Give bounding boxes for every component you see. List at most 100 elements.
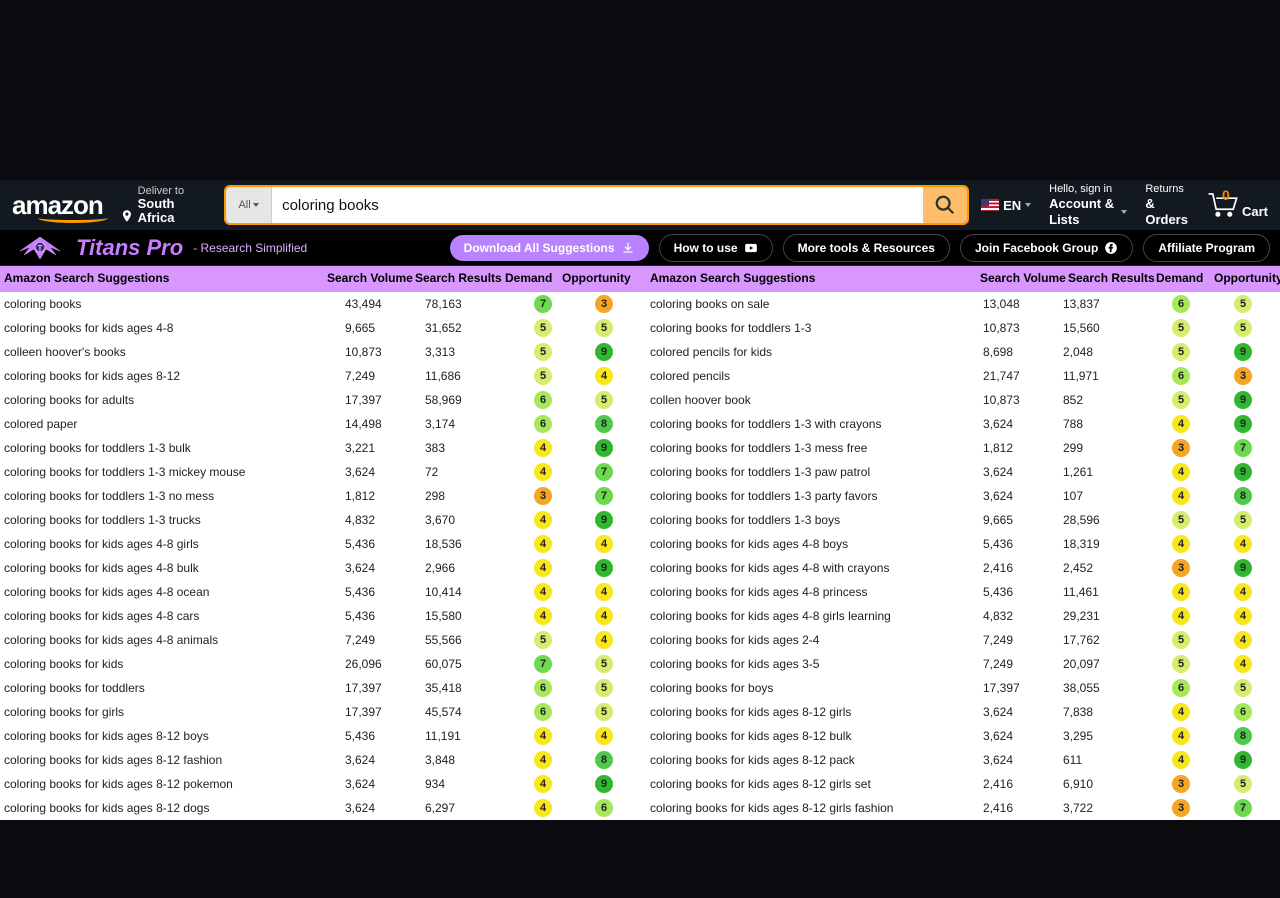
- cell-suggestion: coloring books for kids ages 8-12 girls …: [640, 777, 983, 791]
- account-menu[interactable]: Hello, sign in Account & Lists: [1049, 183, 1127, 227]
- header-demand: Demand: [505, 266, 562, 292]
- opportunity-badge: 9: [595, 511, 613, 529]
- language-selector[interactable]: EN: [981, 198, 1031, 213]
- table-row[interactable]: coloring books for kids ages 4-8 girls l…: [640, 604, 1280, 628]
- cell-results: 38,055: [1063, 681, 1156, 695]
- table-row[interactable]: coloring books for kids ages 2-47,24917,…: [640, 628, 1280, 652]
- table-row[interactable]: coloring books for toddlers 1-3 boys9,66…: [640, 508, 1280, 532]
- table-row[interactable]: coloring books for kids ages 8-12 boys5,…: [0, 724, 640, 748]
- table-row[interactable]: coloring books for girls17,39745,57465: [0, 700, 640, 724]
- deliver-to[interactable]: Deliver to South Africa: [120, 185, 204, 226]
- table-row[interactable]: coloring books for kids ages 8-12 pokemo…: [0, 772, 640, 796]
- table-row[interactable]: collen hoover book10,87385259: [640, 388, 1280, 412]
- cell-suggestion: coloring books for kids ages 8-12 pack: [640, 753, 983, 767]
- cell-suggestion: coloring books for toddlers 1-3 bulk: [0, 441, 345, 455]
- cell-results: 35,418: [425, 681, 518, 695]
- cell-suggestion: coloring books on sale: [640, 297, 983, 311]
- table-row[interactable]: coloring books for toddlers 1-3 no mess1…: [0, 484, 640, 508]
- table-row[interactable]: coloring books for kids ages 8-127,24911…: [0, 364, 640, 388]
- table-row[interactable]: coloring books for boys17,39738,05565: [640, 676, 1280, 700]
- cell-volume: 4,832: [983, 609, 1063, 623]
- opportunity-badge: 9: [1234, 343, 1252, 361]
- how-to-label: How to use: [674, 241, 738, 255]
- table-row[interactable]: coloring books for kids ages 4-8 animals…: [0, 628, 640, 652]
- opportunity-badge: 9: [595, 439, 613, 457]
- table-row[interactable]: coloring books for toddlers 1-3 mickey m…: [0, 460, 640, 484]
- demand-badge: 4: [534, 775, 552, 793]
- affiliate-program-button[interactable]: Affiliate Program: [1143, 234, 1270, 262]
- more-tools-button[interactable]: More tools & Resources: [783, 234, 950, 262]
- table-row[interactable]: coloring books for toddlers 1-3 bulk3,22…: [0, 436, 640, 460]
- cell-results: 18,319: [1063, 537, 1156, 551]
- download-label: Download All Suggestions: [464, 241, 615, 255]
- cell-opportunity: 8: [568, 415, 640, 433]
- opportunity-badge: 6: [595, 799, 613, 817]
- table-row[interactable]: coloring books for kids ages 4-8 girls5,…: [0, 532, 640, 556]
- table-row[interactable]: coloring books for kids26,09660,07575: [0, 652, 640, 676]
- cell-results: 299: [1063, 441, 1156, 455]
- opportunity-badge: 9: [1234, 391, 1252, 409]
- search-input[interactable]: [272, 187, 923, 223]
- cart-button[interactable]: 0 Cart: [1206, 191, 1268, 219]
- table-row[interactable]: coloring books on sale13,04813,83765: [640, 292, 1280, 316]
- demand-badge: 6: [534, 391, 552, 409]
- join-facebook-button[interactable]: Join Facebook Group: [960, 234, 1133, 262]
- table-row[interactable]: coloring books for kids ages 8-12 girls3…: [640, 700, 1280, 724]
- how-to-use-button[interactable]: How to use: [659, 234, 773, 262]
- table-row[interactable]: coloring books for adults17,39758,96965: [0, 388, 640, 412]
- titans-logo[interactable]: T Titans Pro - Research Simplified: [10, 233, 307, 263]
- cell-volume: 3,624: [345, 801, 425, 815]
- table-row[interactable]: colored paper14,4983,17468: [0, 412, 640, 436]
- cell-opportunity: 5: [1206, 511, 1280, 529]
- cell-opportunity: 4: [568, 631, 640, 649]
- table-row[interactable]: coloring books for kids ages 8-12 girls …: [640, 772, 1280, 796]
- cell-volume: 17,397: [983, 681, 1063, 695]
- table-row[interactable]: coloring books for toddlers 1-3 with cra…: [640, 412, 1280, 436]
- returns-orders[interactable]: Returns & Orders: [1145, 183, 1188, 227]
- data-table: coloring books43,49478,16373coloring boo…: [0, 292, 1280, 820]
- opportunity-badge: 3: [1234, 367, 1252, 385]
- cell-suggestion: colleen hoover's books: [0, 345, 345, 359]
- search-button[interactable]: [923, 187, 967, 223]
- table-row[interactable]: coloring books for toddlers 1-310,87315,…: [640, 316, 1280, 340]
- cell-suggestion: colored pencils: [640, 369, 983, 383]
- table-row[interactable]: coloring books for kids ages 4-8 boys5,4…: [640, 532, 1280, 556]
- opportunity-badge: 5: [595, 391, 613, 409]
- cell-demand: 3: [1156, 439, 1206, 457]
- amazon-logo[interactable]: amazon: [12, 190, 108, 221]
- demand-badge: 6: [1172, 295, 1190, 313]
- cell-results: 3,313: [425, 345, 518, 359]
- table-row[interactable]: colored pencils for kids8,6982,04859: [640, 340, 1280, 364]
- cell-results: 3,174: [425, 417, 518, 431]
- cell-demand: 5: [1156, 391, 1206, 409]
- opportunity-badge: 7: [1234, 799, 1252, 817]
- table-row[interactable]: coloring books for toddlers17,39735,4186…: [0, 676, 640, 700]
- download-suggestions-button[interactable]: Download All Suggestions: [450, 235, 649, 261]
- table-row[interactable]: coloring books for kids ages 4-8 with cr…: [640, 556, 1280, 580]
- table-row[interactable]: coloring books for kids ages 4-8 princes…: [640, 580, 1280, 604]
- cell-opportunity: 4: [1206, 631, 1280, 649]
- table-row[interactable]: coloring books for kids ages 8-12 fashio…: [0, 748, 640, 772]
- table-row[interactable]: coloring books for kids ages 3-57,24920,…: [640, 652, 1280, 676]
- table-row[interactable]: coloring books for kids ages 8-12 pack3,…: [640, 748, 1280, 772]
- table-row[interactable]: coloring books for toddlers 1-3 trucks4,…: [0, 508, 640, 532]
- table-row[interactable]: coloring books for toddlers 1-3 mess fre…: [640, 436, 1280, 460]
- table-row[interactable]: colored pencils21,74711,97163: [640, 364, 1280, 388]
- cell-results: 10,414: [425, 585, 518, 599]
- table-row[interactable]: coloring books for kids ages 4-8 ocean5,…: [0, 580, 640, 604]
- cell-volume: 9,665: [983, 513, 1063, 527]
- table-row[interactable]: coloring books43,49478,16373: [0, 292, 640, 316]
- hello-sign-in: Hello, sign in: [1049, 183, 1127, 196]
- cell-suggestion: coloring books for kids ages 8-12 boys: [0, 729, 345, 743]
- table-row[interactable]: coloring books for kids ages 4-8 bulk3,6…: [0, 556, 640, 580]
- search-category-dropdown[interactable]: All: [226, 187, 272, 223]
- table-row[interactable]: coloring books for kids ages 4-8 cars5,4…: [0, 604, 640, 628]
- table-row[interactable]: coloring books for kids ages 8-12 bulk3,…: [640, 724, 1280, 748]
- table-row[interactable]: coloring books for toddlers 1-3 party fa…: [640, 484, 1280, 508]
- table-row[interactable]: colleen hoover's books10,8733,31359: [0, 340, 640, 364]
- table-row[interactable]: coloring books for toddlers 1-3 paw patr…: [640, 460, 1280, 484]
- table-row[interactable]: coloring books for kids ages 4-89,66531,…: [0, 316, 640, 340]
- opportunity-badge: 9: [595, 343, 613, 361]
- cell-demand: 5: [1156, 343, 1206, 361]
- cell-opportunity: 3: [568, 295, 640, 313]
